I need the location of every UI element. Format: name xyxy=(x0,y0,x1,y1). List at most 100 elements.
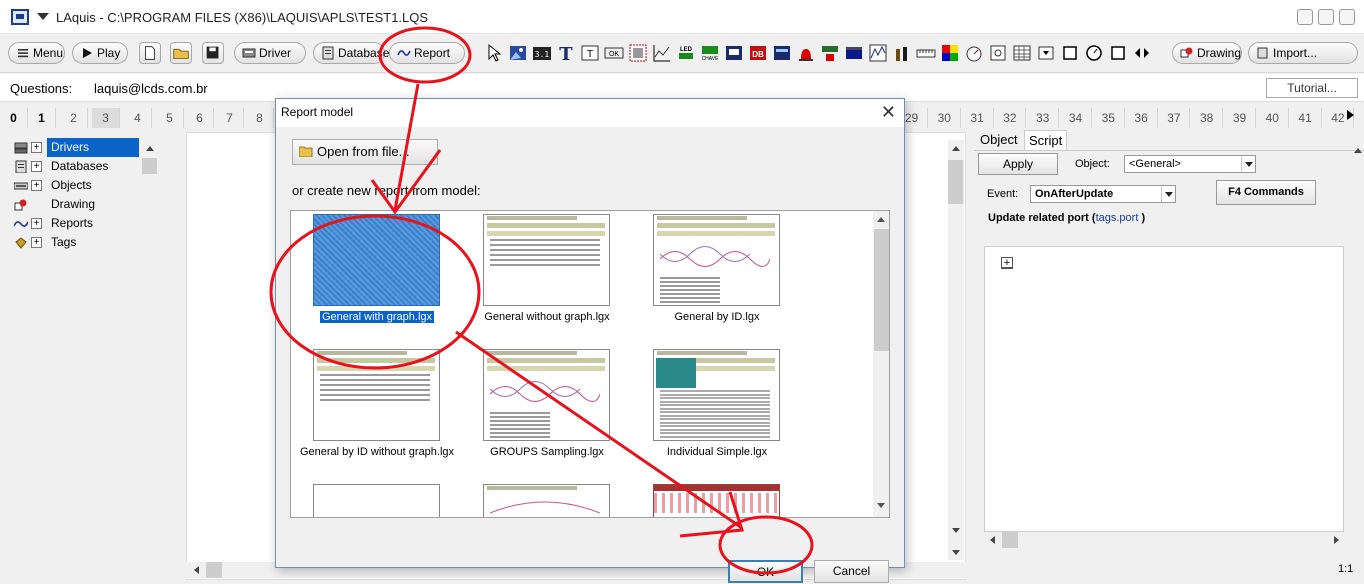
tab-41[interactable]: 41 xyxy=(1290,108,1322,128)
tab-30[interactable]: 30 xyxy=(929,108,961,128)
tab-35[interactable]: 35 xyxy=(1093,108,1125,128)
drawing-button[interactable]: Drawing xyxy=(1172,42,1242,64)
device-tool[interactable] xyxy=(724,43,744,63)
expand-plus-icon[interactable]: + xyxy=(31,180,42,191)
tab-37[interactable]: 37 xyxy=(1158,108,1191,128)
tab-31[interactable]: 31 xyxy=(962,108,994,128)
scroll-down-icon[interactable] xyxy=(952,528,960,533)
model-thumbnail[interactable] xyxy=(483,349,610,441)
scroll-up-icon[interactable] xyxy=(146,146,154,151)
play-button[interactable]: Play xyxy=(72,42,128,64)
ruler-tool[interactable] xyxy=(916,43,936,63)
report-button[interactable]: Report xyxy=(389,42,465,64)
model-caption[interactable]: General by ID.lgx xyxy=(637,311,797,323)
tree-scrollbar[interactable] xyxy=(142,140,158,580)
cancel-button[interactable]: Cancel xyxy=(814,560,889,583)
script-hscrollbar[interactable] xyxy=(984,532,1344,548)
save-button[interactable] xyxy=(202,42,224,64)
app-icon[interactable] xyxy=(11,9,29,25)
database-button[interactable]: Database xyxy=(313,42,389,64)
tab-0[interactable]: 0 xyxy=(0,108,28,128)
scroll-up-icon[interactable] xyxy=(877,217,885,222)
import-button[interactable]: Import... xyxy=(1248,42,1358,64)
square-tool[interactable] xyxy=(1108,43,1128,63)
close-window-button[interactable] xyxy=(1339,9,1355,25)
tab-3[interactable]: 3 xyxy=(92,108,120,128)
tab-33[interactable]: 33 xyxy=(1027,108,1060,128)
expand-plus-icon[interactable]: + xyxy=(31,142,42,153)
scroll-left-icon[interactable] xyxy=(990,536,995,544)
model-thumbnail[interactable] xyxy=(313,484,440,517)
window-menu-arrow-icon[interactable] xyxy=(37,13,49,20)
expand-plus-icon[interactable]: + xyxy=(31,161,42,172)
tags-port-link[interactable]: tags.port xyxy=(1096,212,1139,224)
scroll-down-icon[interactable] xyxy=(952,550,960,555)
scroll-arrows-tool[interactable] xyxy=(1132,43,1152,63)
window-tool[interactable] xyxy=(844,43,864,63)
tab-8[interactable]: 8 xyxy=(246,108,274,128)
component-tool[interactable] xyxy=(988,43,1008,63)
tab-7[interactable]: 7 xyxy=(216,108,244,128)
maximize-button[interactable] xyxy=(1318,9,1334,25)
scroll-right-icon[interactable] xyxy=(1334,536,1339,544)
scroll-up-icon[interactable] xyxy=(952,146,960,151)
new-file-button[interactable] xyxy=(139,42,161,64)
tab-32[interactable]: 32 xyxy=(994,108,1027,128)
gallery-scroll-thumb[interactable] xyxy=(874,229,889,351)
scroll-down-icon[interactable] xyxy=(877,503,885,508)
close-icon[interactable]: ✕ xyxy=(881,102,896,123)
image-tool[interactable] xyxy=(508,43,528,63)
tab-36[interactable]: 36 xyxy=(1126,108,1158,128)
open-file-button[interactable] xyxy=(170,42,192,64)
digital-display-tool[interactable]: 3.1 xyxy=(532,43,552,63)
label-tool[interactable]: T xyxy=(580,43,600,63)
menu-button[interactable]: Menu xyxy=(8,42,65,64)
tree-scroll-thumb[interactable] xyxy=(142,158,157,174)
frame-tool[interactable] xyxy=(628,43,648,63)
tree-item-drivers[interactable]: + Drivers xyxy=(10,138,160,157)
tree-item-tags[interactable]: + Tags xyxy=(10,233,160,252)
gauge-tool[interactable] xyxy=(964,43,984,63)
model-thumbnail[interactable] xyxy=(313,214,440,306)
tab-6[interactable]: 6 xyxy=(186,108,214,128)
model-thumbnail[interactable] xyxy=(653,484,780,517)
pointer-tool[interactable] xyxy=(484,43,504,63)
chart-tool[interactable] xyxy=(652,43,672,63)
questions-email[interactable]: laquis@lcds.com.br xyxy=(94,81,208,96)
model-caption[interactable]: GROUPS Sampling.lgx xyxy=(467,446,627,458)
alarm-tool[interactable] xyxy=(796,43,816,63)
tree-item-reports[interactable]: + Reports xyxy=(10,214,160,233)
model-thumbnail[interactable] xyxy=(313,349,440,441)
driver-button[interactable]: Driver xyxy=(234,42,306,64)
tab-1[interactable]: 1 xyxy=(28,108,56,128)
event-select[interactable]: OnAfterUpdate xyxy=(1030,185,1176,203)
script-editor[interactable]: + xyxy=(984,246,1344,532)
object-select[interactable]: <General> xyxy=(1124,155,1256,173)
tabs-scroll-right-icon[interactable] xyxy=(1347,110,1354,120)
led-tool[interactable]: LED xyxy=(676,43,696,63)
model-thumbnail[interactable] xyxy=(653,349,780,441)
tutorial-button[interactable]: Tutorial... xyxy=(1266,78,1358,98)
dropdown-tool[interactable] xyxy=(1036,43,1056,63)
canvas-vertical-scrollbar[interactable] xyxy=(948,140,964,560)
tab-2[interactable]: 2 xyxy=(60,108,88,128)
text-tool[interactable]: T xyxy=(556,43,576,63)
tab-38[interactable]: 38 xyxy=(1191,108,1224,128)
canvas-scroll-thumb[interactable] xyxy=(948,160,963,204)
signal-tool[interactable] xyxy=(868,43,888,63)
expand-plus-icon[interactable]: + xyxy=(31,237,42,248)
ok-button[interactable]: OK xyxy=(728,560,803,583)
tree-item-drawing[interactable]: Drawing xyxy=(10,195,160,214)
expand-plus-icon[interactable]: + xyxy=(31,218,42,229)
rectangle-tool[interactable] xyxy=(1060,43,1080,63)
model-caption[interactable]: General by ID without graph.lgx xyxy=(297,446,457,458)
table-tool[interactable] xyxy=(1012,43,1032,63)
model-thumbnail[interactable] xyxy=(483,484,610,517)
tab-object[interactable]: Object xyxy=(976,130,1022,150)
minimize-button[interactable] xyxy=(1297,9,1313,25)
model-caption[interactable]: Individual Simple.lgx xyxy=(637,446,797,458)
color-tool[interactable] xyxy=(940,43,960,63)
model-thumbnail[interactable] xyxy=(653,214,780,306)
panel-tool[interactable] xyxy=(772,43,792,63)
bottles-tool[interactable] xyxy=(892,43,912,63)
